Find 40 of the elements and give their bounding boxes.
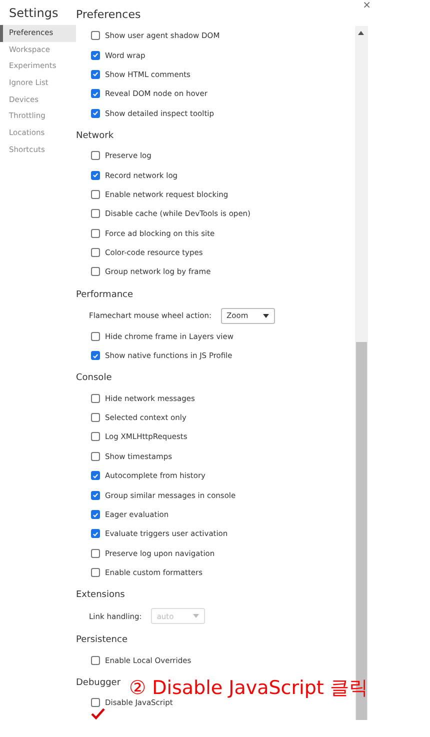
section-heading: Extensions — [76, 589, 125, 602]
checkbox[interactable] — [91, 510, 100, 519]
checkbox[interactable] — [91, 190, 100, 199]
checkbox[interactable] — [91, 248, 100, 258]
annotation-text: ② Disable JavaScript 클릭 — [129, 679, 368, 698]
checkbox[interactable] — [91, 267, 100, 276]
checkbox[interactable] — [91, 151, 100, 160]
checkbox[interactable] — [91, 170, 100, 180]
section-heading: Persistence — [76, 634, 128, 648]
checkbox[interactable] — [91, 656, 100, 665]
checkbox[interactable] — [91, 332, 100, 341]
settings-title: Settings — [8, 6, 60, 22]
section-heading: Console — [76, 372, 112, 386]
checkbox[interactable] — [91, 698, 100, 707]
page-title: Preferences — [76, 7, 141, 21]
checkbox[interactable] — [91, 50, 100, 60]
checkbox[interactable] — [91, 490, 100, 500]
checkbox[interactable] — [91, 351, 100, 360]
checkbox[interactable] — [91, 108, 100, 118]
section-heading: Debugger — [76, 676, 121, 690]
check-mark-icon — [91, 708, 105, 720]
checkbox[interactable] — [91, 228, 100, 238]
checkbox[interactable] — [91, 548, 100, 558]
checkbox[interactable] — [91, 89, 100, 98]
checkbox[interactable] — [91, 471, 100, 480]
checkbox[interactable] — [91, 452, 100, 461]
checkbox[interactable] — [91, 568, 100, 578]
checkbox[interactable] — [91, 31, 100, 40]
checkbox[interactable] — [91, 413, 100, 422]
section-heading: Network — [76, 130, 114, 143]
checkbox[interactable] — [91, 70, 100, 79]
checkbox[interactable] — [91, 529, 100, 538]
close-button[interactable]: × — [362, 0, 371, 11]
caret-icon — [192, 614, 199, 618]
checkbox[interactable] — [91, 209, 100, 218]
checkbox[interactable] — [91, 432, 100, 442]
caret-icon — [262, 314, 269, 318]
section-heading: Performance — [76, 288, 134, 302]
scroll-up-icon[interactable] — [358, 31, 364, 35]
checkbox[interactable] — [91, 394, 100, 403]
